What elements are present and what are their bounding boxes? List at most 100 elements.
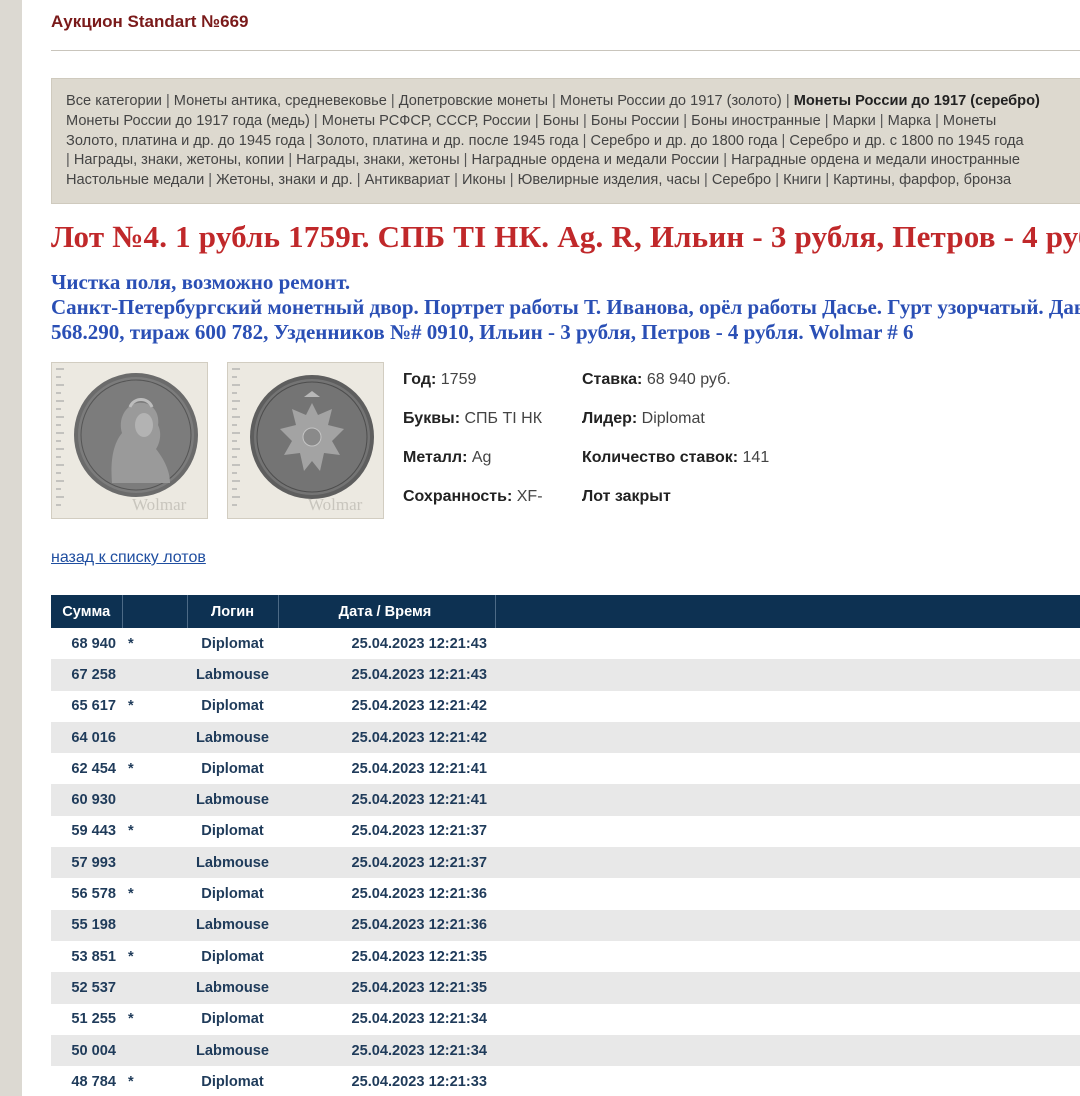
category-link[interactable]: Все категории [66,93,162,109]
category-link[interactable]: Боны России [591,113,679,129]
table-row: 65 617 * Diplomat 25.04.2023 12:21:42 [51,690,1080,722]
bid-sum: 51 255 [51,1003,122,1035]
category-link[interactable]: Монеты [943,113,996,129]
category-link[interactable]: Ювелирные изделия, часы [518,172,700,188]
lot-description-line: 568.290, тираж 600 782, Узденников №# 09… [51,320,914,344]
table-row: 56 578 * Diplomat 25.04.2023 12:21:36 [51,878,1080,910]
table-row: 59 443 * Diplomat 25.04.2023 12:21:37 [51,815,1080,848]
bid-sum: 55 198 [51,909,122,941]
category-separator: | [547,93,560,109]
category-separator: | [931,112,943,129]
bid-star: * [122,1066,187,1096]
bid-filler [495,1066,1080,1096]
category-link[interactable]: Наградные ордена и медали иностранные [731,152,1020,168]
col-header-login[interactable]: Логин [187,595,279,628]
category-link[interactable]: Книги [783,172,821,188]
category-link[interactable]: Боны иностранные [691,113,821,129]
lot-description-line: Санкт-Петербургский монетный двор. Портр… [51,295,1080,319]
category-link[interactable]: Монеты России до 1917 года (медь) [66,113,310,129]
header-divider [51,50,1080,51]
bid-login: Labmouse [187,784,278,816]
info-grade: Сохранность: XF- [403,488,543,505]
bid-login: Diplomat [187,940,278,973]
bid-star [122,972,187,1004]
bid-filler [495,1003,1080,1035]
category-separator: | [459,152,472,169]
category-separator: | [771,172,784,189]
bid-filler [495,940,1080,973]
category-link[interactable]: Награды, знаки, жетоны, копии [74,152,284,168]
lot-description: Чистка поля, возможно ремонт. Санкт-Пете… [51,270,1080,345]
category-link[interactable]: Иконы [462,172,506,188]
category-separator: | [309,112,322,129]
bid-login: Labmouse [187,847,278,879]
category-link[interactable]: Боны [543,113,579,129]
col-header-star [122,595,188,628]
bid-star: * [122,815,187,848]
category-link[interactable]: Картины, фарфор, бронза [833,172,1011,188]
category-line: | Награды, знаки, жетоны, копии | Наград… [66,151,1080,171]
category-link[interactable]: Жетоны, знаки и др. [216,172,353,188]
bid-star: * [122,940,187,973]
category-link[interactable]: Монеты России до 1917 (серебро) [794,93,1040,109]
col-header-date[interactable]: Дата / Время [278,595,496,628]
bid-filler [495,972,1080,1004]
category-link[interactable]: Серебро и др. до 1800 года [591,133,778,149]
info-metal: Металл: Ag [403,449,492,466]
bids-table-header: Сумма Логин Дата / Время [51,595,1080,628]
table-row: 50 004 Labmouse 25.04.2023 12:21:34 [51,1034,1080,1067]
category-link[interactable]: Серебро и др. с 1800 по 1945 года [789,133,1023,149]
bid-date: 25.04.2023 12:21:36 [278,909,495,941]
bid-star: * [122,628,187,660]
category-separator: | [204,172,217,189]
bid-sum: 57 993 [51,847,122,879]
table-row: 55 198 Labmouse 25.04.2023 12:21:36 [51,909,1080,941]
category-link[interactable]: Монеты антика, средневековье [174,93,387,109]
category-separator: | [821,172,834,189]
bid-date: 25.04.2023 12:21:36 [278,878,495,910]
category-link[interactable]: Монеты РСФСР, СССР, России [322,113,531,129]
coin-image-obverse[interactable]: Wolmar [51,362,208,519]
bid-sum: 62 454 [51,753,122,785]
bid-star: * [122,690,187,722]
back-to-lots-link[interactable]: назад к списку лотов [51,549,206,567]
category-link[interactable]: Золото, платина и др. после 1945 года [317,133,579,149]
watermark: Wolmar [132,495,187,514]
table-row: 57 993 Labmouse 25.04.2023 12:21:37 [51,847,1080,879]
info-status: Лот закрыт [582,488,671,505]
col-header-sum[interactable]: Сумма [51,595,123,628]
bid-filler [495,878,1080,910]
category-link[interactable]: Марки [833,113,876,129]
category-separator: | [875,112,888,129]
category-separator: | [699,172,712,189]
bid-star [122,659,187,691]
category-link[interactable]: Допетровские монеты [399,93,548,109]
bid-filler [495,690,1080,722]
category-link[interactable]: Награды, знаки, жетоны [296,152,459,168]
bid-date: 25.04.2023 12:21:35 [278,940,495,973]
bid-filler [495,628,1080,660]
bid-date: 25.04.2023 12:21:42 [278,690,495,722]
category-link[interactable]: Марка [888,113,931,129]
category-link[interactable]: Серебро [712,172,771,188]
bid-date: 25.04.2023 12:21:42 [278,721,495,754]
coin-image-reverse[interactable]: Wolmar [227,362,384,519]
category-link[interactable]: Монеты России до 1917 (золото) [560,93,782,109]
category-separator: | [450,172,462,189]
bid-login: Labmouse [187,721,278,754]
bid-date: 25.04.2023 12:21:37 [278,815,495,848]
bid-login: Diplomat [187,690,278,722]
category-link[interactable]: Золото, платина и др. до 1945 года [66,133,305,149]
bid-date: 25.04.2023 12:21:34 [278,1003,495,1035]
category-nav: Все категории | Монеты антика, средневек… [51,78,1080,204]
category-separator: | [820,112,833,129]
category-link[interactable]: Антиквариат [365,172,450,188]
lot-description-line: Чистка поля, возможно ремонт. [51,270,351,294]
category-link[interactable]: Настольные медали [66,172,204,188]
col-header-filler [495,595,1080,628]
category-link[interactable]: Наградные ордена и медали России [472,152,720,168]
table-row: 51 255 * Diplomat 25.04.2023 12:21:34 [51,1003,1080,1035]
bid-star [122,784,187,816]
info-letters: Буквы: СПБ TI НК [403,410,543,427]
info-leader: Лидер: Diplomat [582,410,705,427]
